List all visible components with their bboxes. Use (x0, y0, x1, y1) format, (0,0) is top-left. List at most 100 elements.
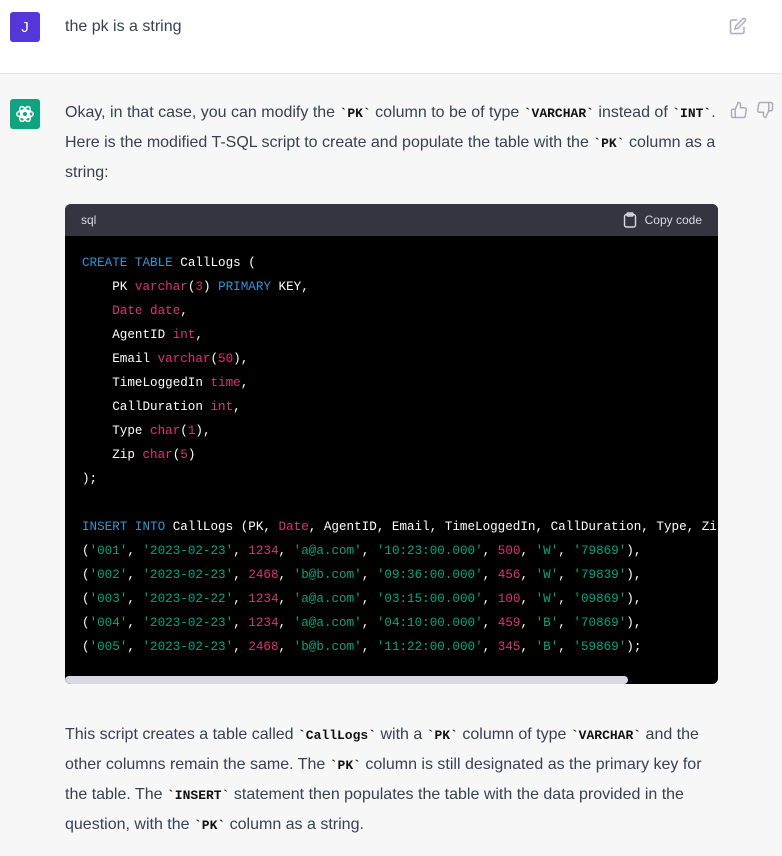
code-token: 459 (497, 616, 521, 630)
code-line: ); (82, 467, 702, 491)
code-line: Zip char(5) (82, 443, 702, 467)
code-line: PK varchar(3) PRIMARY KEY, (82, 275, 702, 299)
edit-icon[interactable] (729, 17, 747, 35)
code-token: Date (278, 520, 309, 534)
code-token: varchar (134, 280, 188, 294)
text-segment: with a (376, 726, 427, 743)
code-token: , (558, 640, 574, 654)
code-token: , (127, 616, 143, 630)
code-token: '03:15:00.000' (376, 592, 483, 606)
code-line: ('002', '2023-02-23', 2468, 'b@b.com', '… (82, 563, 702, 587)
inline-code: `CallLogs` (298, 728, 377, 743)
code-token: 3 (195, 280, 203, 294)
code-line: Email varchar(50), (82, 347, 702, 371)
code-token: 500 (497, 544, 521, 558)
code-token: '002' (89, 568, 128, 582)
code-token: , (520, 592, 536, 606)
code-token: , (520, 616, 536, 630)
code-token: CallDuration (82, 400, 211, 414)
code-token: ( (210, 352, 219, 366)
code-token: '003' (89, 592, 128, 606)
code-line: CallDuration int, (82, 395, 702, 419)
horizontal-scrollbar[interactable] (65, 676, 718, 684)
code-token: ); (82, 472, 98, 486)
code-token: TimeLoggedIn (82, 376, 211, 390)
code-token: 'B' (535, 640, 559, 654)
code-token: varchar (157, 352, 211, 366)
code-token: '2023-02-23' (142, 640, 234, 654)
code-token: , (127, 544, 143, 558)
code-token: , (195, 328, 203, 342)
code-token: , (520, 544, 536, 558)
user-message-row: J the pk is a string (0, 0, 782, 74)
code-token: CREATE TABLE (82, 256, 173, 270)
code-token: , (233, 592, 249, 606)
code-token: , (558, 592, 574, 606)
code-token: 2468 (248, 568, 279, 582)
code-token: , (520, 568, 536, 582)
code-line: ('005', '2023-02-23', 2468, 'b@b.com', '… (82, 635, 702, 659)
user-avatar: J (10, 12, 40, 42)
code-token: ( (82, 616, 90, 630)
code-token: AgentID (82, 328, 173, 342)
code-token: , (278, 544, 294, 558)
code-token: , (233, 616, 249, 630)
code-token: 456 (497, 568, 521, 582)
code-token: char (142, 448, 173, 462)
code-token: , (482, 568, 498, 582)
code-token: , (233, 400, 241, 414)
code-token: 345 (497, 640, 521, 654)
code-token: '11:22:00.000' (376, 640, 483, 654)
copy-code-label: Copy code (644, 213, 702, 227)
code-token: ( (180, 424, 188, 438)
code-token: ), (233, 352, 249, 366)
code-token: ( (82, 568, 90, 582)
code-token: ), (626, 616, 642, 630)
code-token: , (127, 592, 143, 606)
code-token: ), (626, 568, 642, 582)
code-line: TimeLoggedIn time, (82, 371, 702, 395)
code-header: sql Copy code (65, 204, 718, 236)
code-token: , (233, 640, 249, 654)
code-token: , (482, 592, 498, 606)
code-token: KEY, (270, 280, 309, 294)
code-line: AgentID int, (82, 323, 702, 347)
code-token: INSERT INTO (82, 520, 166, 534)
code-token: '2023-02-23' (142, 616, 234, 630)
code-token: 5 (180, 448, 188, 462)
code-token: 1234 (248, 544, 279, 558)
code-token: , (558, 544, 574, 558)
code-token: '2023-02-22' (142, 592, 234, 606)
code-token: int (210, 400, 234, 414)
code-token: ), (626, 592, 642, 606)
code-line: CREATE TABLE CallLogs ( (82, 251, 702, 275)
code-token: Date date (112, 304, 181, 318)
scrollbar-thumb[interactable] (65, 676, 628, 684)
code-token: ) (187, 448, 196, 462)
code-token: PK (82, 280, 135, 294)
inline-code: `PK` (593, 136, 625, 151)
thumbs-down-icon[interactable] (756, 101, 774, 119)
code-token: , (361, 640, 377, 654)
code-token: '005' (89, 640, 128, 654)
outro-paragraph: This script creates a table called `Call… (65, 720, 725, 840)
code-token: CallLogs (PK, (165, 520, 279, 534)
code-token: '70869' (573, 616, 627, 630)
copy-code-button[interactable]: Copy code (623, 212, 702, 228)
code-token: , (278, 568, 294, 582)
code-token: ( (82, 640, 90, 654)
code-token: , (558, 568, 574, 582)
code-token: , (361, 592, 377, 606)
openai-logo-icon (16, 105, 34, 123)
inline-code: `VARCHAR` (523, 106, 594, 121)
code-token: Zip (82, 448, 143, 462)
code-token: , (520, 640, 536, 654)
code-token: , (278, 616, 294, 630)
code-content: CREATE TABLE CallLogs ( PK varchar(3) PR… (65, 236, 718, 666)
code-token: 1234 (248, 616, 279, 630)
text-segment: column to be of type (370, 104, 524, 121)
thumbs-up-icon[interactable] (730, 101, 748, 119)
code-token: '2023-02-23' (142, 568, 234, 582)
code-line: ('003', '2023-02-22', 1234, 'a@a.com', '… (82, 587, 702, 611)
